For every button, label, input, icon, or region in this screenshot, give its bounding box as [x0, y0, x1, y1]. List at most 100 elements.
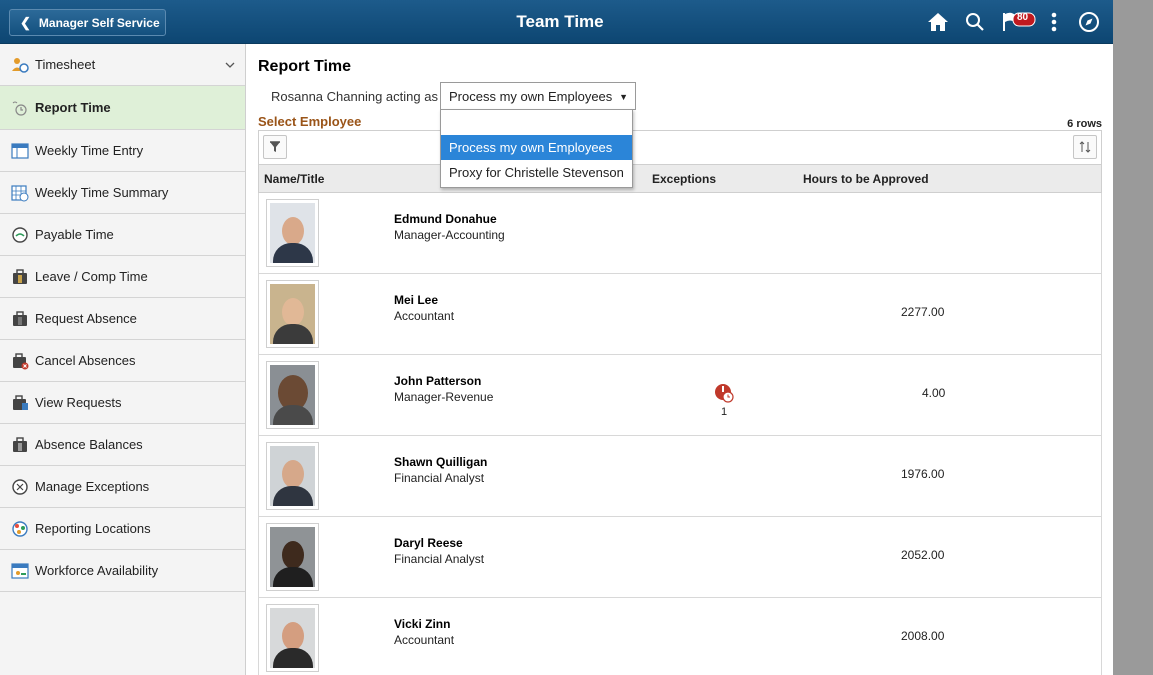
column-header-hours[interactable]: Hours to be Approved: [803, 172, 929, 186]
request-absence-icon: [11, 310, 29, 328]
dropdown-triangle-icon: ▼: [619, 92, 628, 102]
sidebar-item-leave-comp-time[interactable]: Leave / Comp Time: [0, 256, 245, 298]
acting-as-select[interactable]: Process my own Employees ▼: [440, 82, 636, 110]
exception-indicator[interactable]: 1: [709, 383, 739, 418]
payable-time-icon: [11, 226, 29, 244]
acting-as-dropdown-list: Process my own Employees Proxy for Chris…: [440, 109, 633, 188]
sidebar-item-absence-balances[interactable]: Absence Balances: [0, 424, 245, 466]
absence-balances-icon: [11, 436, 29, 454]
grid-toolbar: [258, 130, 1102, 165]
hours-to-approve: 1976.00: [901, 467, 945, 481]
acting-as-selected-value: Process my own Employees: [449, 89, 613, 104]
employee-grid: Edmund Donahue Manager-Accounting Mei Le…: [258, 193, 1102, 675]
background-overlay-strip: [1113, 0, 1153, 675]
sidebar-item-reporting-locations[interactable]: Reporting Locations: [0, 508, 245, 550]
notification-flag-icon[interactable]: 80: [1000, 10, 1038, 34]
home-icon[interactable]: [925, 10, 951, 34]
hours-to-approve: 2052.00: [901, 548, 945, 562]
employee-name: Daryl Reese: [394, 536, 463, 550]
page-header-title: Team Time: [516, 12, 604, 31]
sort-icon: [1079, 141, 1091, 153]
grid-header: Name/Title Exceptions Hours to be Approv…: [258, 165, 1102, 193]
employee-title: Manager-Accounting: [394, 228, 505, 242]
dropdown-option-own-employees[interactable]: Process my own Employees: [441, 135, 632, 160]
page-title: Report Time: [258, 58, 352, 75]
sidebar-item-label: Cancel Absences: [35, 353, 136, 368]
sidebar-item-label: Request Absence: [35, 311, 137, 326]
employee-photo: [266, 199, 319, 267]
table-row[interactable]: Daryl Reese Financial Analyst 2052.00: [258, 517, 1102, 598]
sidebar-item-label: Leave / Comp Time: [35, 269, 148, 284]
sort-button[interactable]: [1073, 135, 1097, 159]
column-header-exceptions[interactable]: Exceptions: [652, 172, 716, 186]
table-row[interactable]: Edmund Donahue Manager-Accounting: [258, 193, 1102, 274]
employee-title: Financial Analyst: [394, 471, 485, 485]
back-button-label: Manager Self Service: [38, 15, 160, 30]
table-row[interactable]: Mei Lee Accountant 2277.00: [258, 274, 1102, 355]
sidebar-item-report-time[interactable]: Report Time: [0, 86, 245, 130]
employee-photo: [266, 604, 319, 672]
table-row[interactable]: Vicki Zinn Accountant 2008.00: [258, 598, 1102, 675]
sidebar-item-timesheet[interactable]: Timesheet: [0, 44, 245, 86]
sidebar-item-label: Manage Exceptions: [35, 479, 150, 494]
exception-clock-icon: [715, 384, 734, 403]
sidebar-item-label: Reporting Locations: [35, 521, 151, 536]
sidebar-item-label: Workforce Availability: [35, 563, 159, 578]
employee-title: Manager-Revenue: [394, 390, 494, 404]
more-actions-icon[interactable]: [1046, 10, 1062, 34]
sidebar-item-cancel-absences[interactable]: Cancel Absences: [0, 340, 245, 382]
sidebar-item-weekly-time-summary[interactable]: Weekly Time Summary: [0, 172, 245, 214]
back-button[interactable]: ❮ Manager Self Service: [9, 9, 166, 36]
sidebar-item-label: View Requests: [35, 395, 122, 410]
sidebar-item-label: Weekly Time Entry: [35, 143, 144, 158]
employee-photo: [266, 523, 319, 591]
weekly-summary-icon: [11, 184, 29, 202]
sidebar-item-view-requests[interactable]: View Requests: [0, 382, 245, 424]
navbar-compass-icon[interactable]: [1077, 10, 1101, 34]
employee-name: John Patterson: [394, 374, 482, 388]
sidebar-item-manage-exceptions[interactable]: Manage Exceptions: [0, 466, 245, 508]
exception-count: 1: [720, 406, 728, 418]
acting-as-label: Rosanna Channing acting as: [271, 89, 438, 104]
sidebar-item-workforce-availability[interactable]: Workforce Availability: [0, 550, 245, 592]
manage-exceptions-icon: [11, 478, 29, 496]
employee-name: Vicki Zinn: [394, 617, 451, 631]
sidebar-item-label: Timesheet: [35, 57, 96, 72]
workforce-availability-icon: [11, 562, 29, 580]
hours-to-approve: 2008.00: [901, 629, 945, 643]
employee-title: Accountant: [394, 633, 455, 647]
employee-name: Shawn Quilligan: [394, 455, 488, 469]
filter-button[interactable]: [263, 135, 287, 159]
employee-title: Accountant: [394, 309, 455, 323]
sidebar-item-weekly-time-entry[interactable]: Weekly Time Entry: [0, 130, 245, 172]
view-requests-icon: [11, 394, 29, 412]
sidebar-item-request-absence[interactable]: Request Absence: [0, 298, 245, 340]
sidebar-item-label: Report Time: [35, 100, 111, 115]
table-row[interactable]: John Patterson Manager-Revenue 1 4.00: [258, 355, 1102, 436]
employee-photo: [266, 442, 319, 510]
employee-photo: [266, 361, 319, 429]
leave-icon: [11, 268, 29, 286]
notification-count: 80: [1017, 12, 1029, 23]
column-header-name[interactable]: Name/Title: [264, 172, 324, 186]
chevron-left-icon: ❮: [20, 14, 31, 30]
employee-photo: [266, 280, 319, 348]
hours-to-approve: 4.00: [922, 386, 946, 400]
top-banner: ❮ Manager Self Service Team Time 80: [0, 0, 1113, 44]
rows-count: 6 rows: [1067, 118, 1102, 130]
section-title: Select Employee: [258, 114, 362, 129]
dropdown-option-proxy[interactable]: Proxy for Christelle Stevenson: [441, 160, 632, 185]
sidebar-item-label: Payable Time: [35, 227, 114, 242]
sidebar-item-payable-time[interactable]: Payable Time: [0, 214, 245, 256]
dropdown-option-blank[interactable]: [441, 110, 632, 135]
sidebar-item-label: Weekly Time Summary: [35, 185, 169, 200]
chevron-down-icon[interactable]: [225, 57, 235, 72]
employee-name: Edmund Donahue: [394, 212, 497, 226]
reporting-locations-icon: [11, 520, 29, 538]
employee-title: Financial Analyst: [394, 552, 485, 566]
table-row[interactable]: Shawn Quilligan Financial Analyst 1976.0…: [258, 436, 1102, 517]
cancel-absence-icon: [11, 352, 29, 370]
search-icon[interactable]: [962, 10, 988, 34]
timesheet-icon: [11, 56, 29, 74]
employee-name: Mei Lee: [394, 293, 439, 307]
